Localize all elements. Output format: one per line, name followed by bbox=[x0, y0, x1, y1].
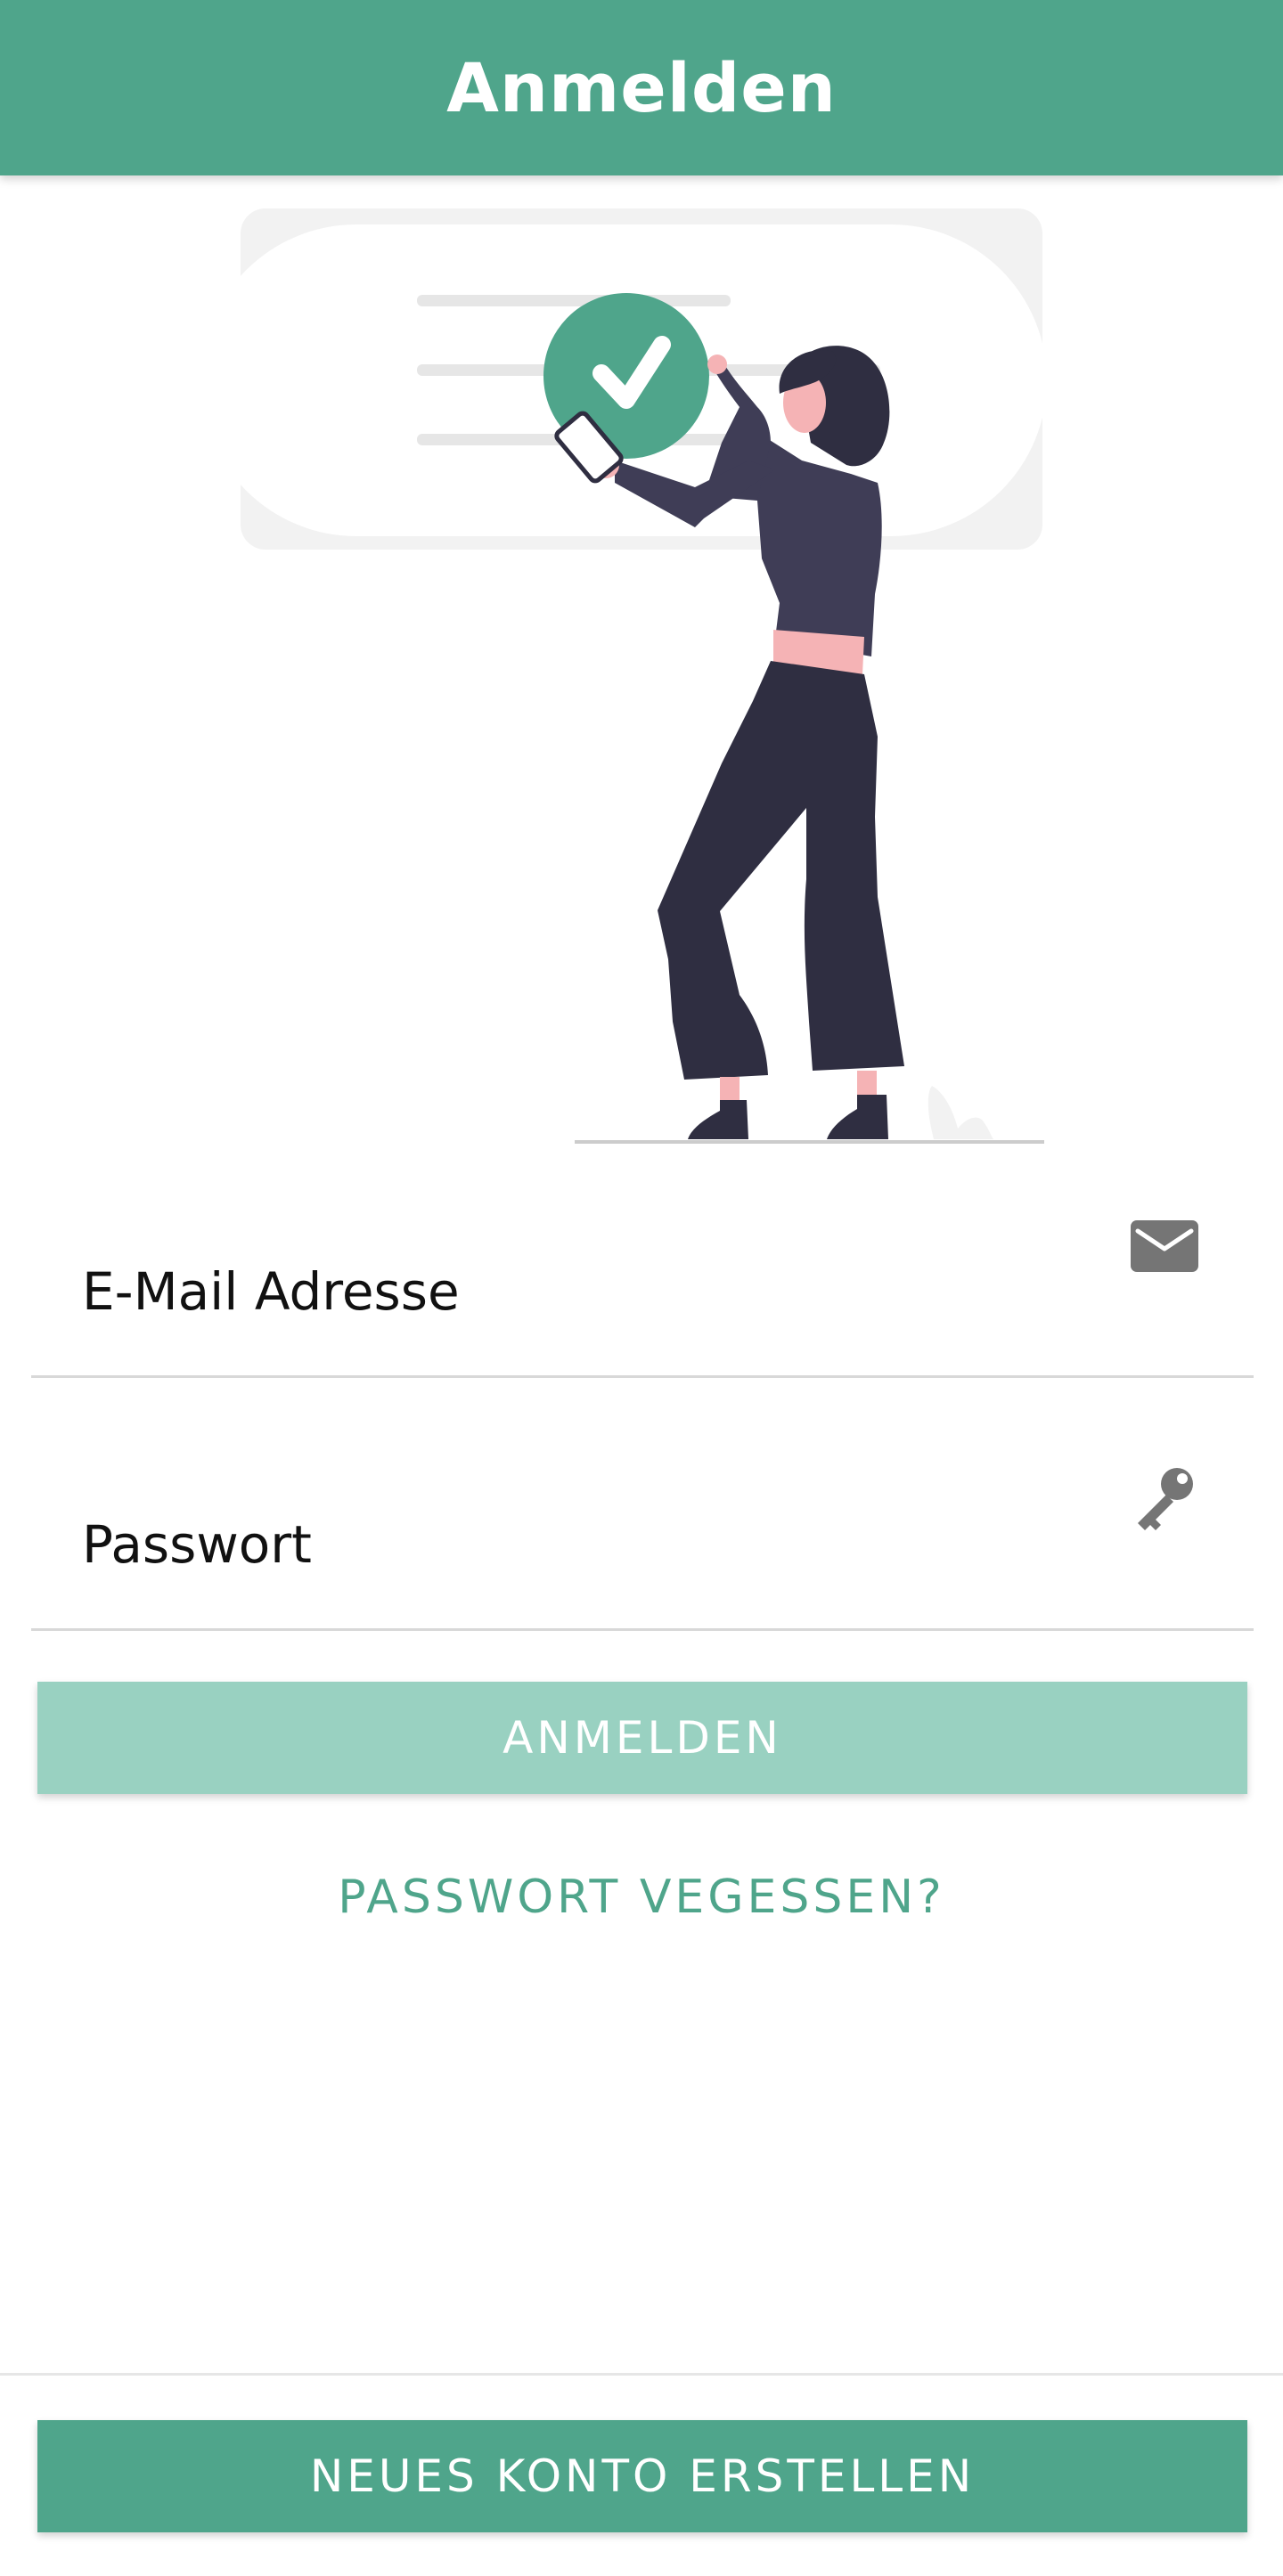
shoe-right bbox=[827, 1095, 888, 1139]
key-icon bbox=[1138, 1468, 1193, 1530]
shoe-left bbox=[688, 1100, 748, 1139]
email-input[interactable] bbox=[82, 1261, 1062, 1322]
card-line bbox=[417, 295, 731, 306]
app-bar: Anmelden bbox=[0, 0, 1283, 175]
login-illustration bbox=[0, 175, 1283, 1155]
woman-with-checkmark-illustration bbox=[200, 208, 1047, 1144]
ankle-right bbox=[857, 1071, 877, 1096]
login-button[interactable]: ANMELDEN bbox=[37, 1682, 1247, 1794]
forgot-password-link[interactable]: PASSWORT VEGESSEN? bbox=[0, 1871, 1283, 1924]
envelope-icon bbox=[1131, 1220, 1198, 1272]
ankle-left bbox=[720, 1077, 740, 1102]
page-title: Anmelden bbox=[446, 48, 837, 127]
plant-shape bbox=[928, 1086, 993, 1139]
raised-hand bbox=[707, 355, 727, 374]
bottom-divider bbox=[0, 2373, 1283, 2376]
password-field[interactable] bbox=[31, 1427, 1254, 1631]
pants bbox=[658, 661, 904, 1080]
password-input[interactable] bbox=[82, 1514, 1062, 1575]
create-account-button[interactable]: NEUES KONTO ERSTELLEN bbox=[37, 2420, 1247, 2532]
email-field[interactable] bbox=[31, 1174, 1254, 1378]
